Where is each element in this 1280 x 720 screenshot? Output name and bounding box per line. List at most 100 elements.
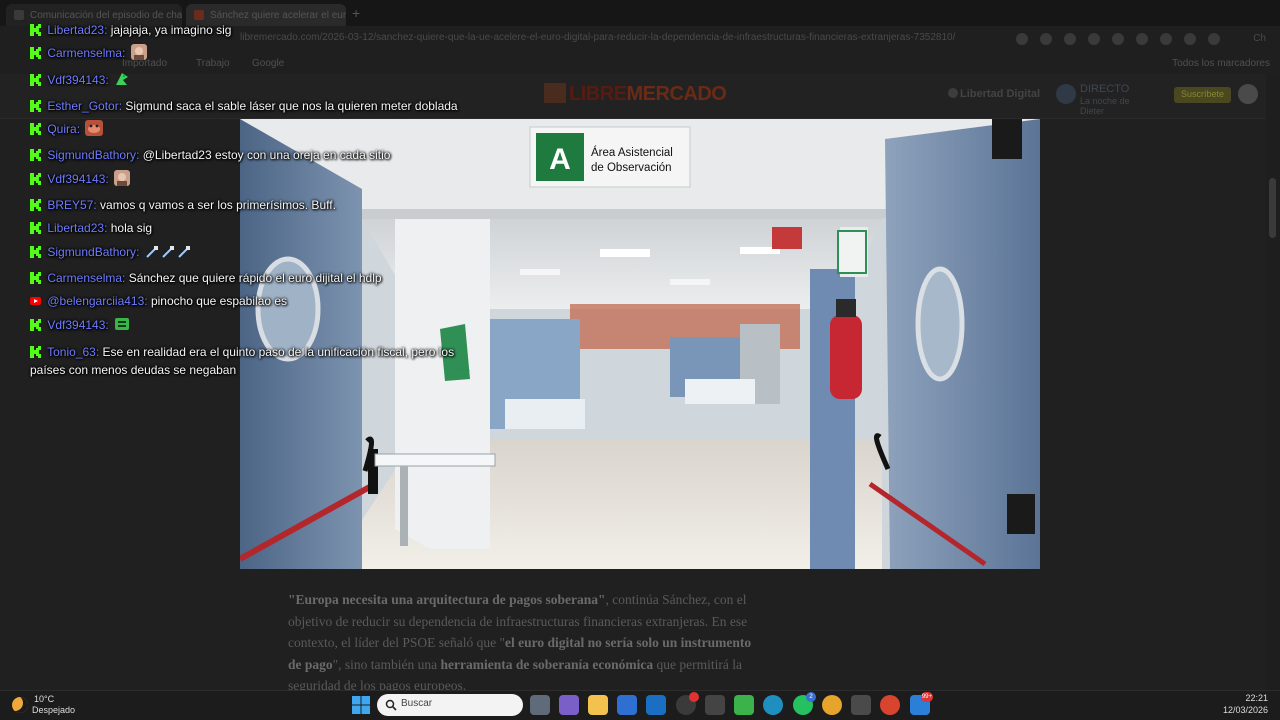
clock-date[interactable]: 12/03/2026: [1223, 705, 1268, 715]
extension-icon[interactable]: [1160, 33, 1172, 45]
windows-start-icon[interactable]: [352, 696, 370, 714]
chat-message: BREY57: vamos q vamos a ser los primerís…: [30, 194, 490, 217]
subscribe-badge[interactable]: Suscríbete: [1174, 87, 1232, 103]
article-body: "Europa necesita una arquitectura de pag…: [288, 589, 758, 697]
clock-time[interactable]: 22:21: [1245, 693, 1268, 703]
live-title: DIRECTO: [1080, 83, 1130, 95]
whatsapp-badge: 2: [806, 692, 816, 702]
chat-text: @Libertad23 estoy con una oreja en cada …: [142, 148, 391, 163]
green-app-icon[interactable]: [734, 695, 754, 715]
article-text: ", sino también una: [332, 656, 441, 672]
edge-icon[interactable]: [763, 695, 783, 715]
teams-icon[interactable]: [559, 695, 579, 715]
chat-text: vamos q vamos a ser los primerísimos. Bu…: [100, 198, 336, 213]
youtube-badge-icon: [30, 297, 41, 306]
sign-line-1: Área Asistencial: [591, 146, 673, 159]
green-box-emote-icon: [114, 316, 130, 340]
settings-icon[interactable]: [851, 695, 871, 715]
chat-message: Carmenselma:: [30, 42, 490, 68]
chat-username[interactable]: Esther_Gotor: [47, 99, 118, 113]
logo-mark-icon: [544, 83, 566, 103]
chat-username[interactable]: @belengarciia413: [47, 294, 144, 308]
tab-favicon: [14, 10, 24, 20]
chat-message: Tonio_63: Ese en realidad era el quinto …: [30, 340, 490, 379]
whatsapp-icon[interactable]: 2: [793, 692, 816, 715]
chat-text: Sánchez que quiere rápido el euro dijita…: [128, 270, 382, 285]
partner-libertad-digital[interactable]: Libertad Digital: [948, 88, 1040, 100]
live-chat-overlay: Libertad23: jajajaja, ya imagino sig Car…: [30, 19, 490, 379]
all-bookmarks-button[interactable]: Todos los marcadores: [1172, 58, 1270, 69]
chat-message: Vdf394143:: [30, 69, 490, 95]
logo-text-mercado: MERCADO: [626, 83, 727, 105]
syringes-emote-icon: [145, 244, 193, 267]
weather-condition: Despejado: [32, 705, 76, 715]
extra-app-icon[interactable]: 99+: [910, 692, 933, 715]
moon-icon: [12, 697, 28, 713]
store-icon[interactable]: [617, 695, 637, 715]
chat-separator: :: [104, 221, 111, 236]
live-subtitle: La noche de Dieter: [1080, 96, 1130, 116]
sign-line-2: de Observación: [591, 162, 672, 174]
user-avatar[interactable]: [1238, 84, 1258, 104]
chat-separator: :: [122, 46, 129, 61]
chat-username[interactable]: Quira: [47, 122, 76, 136]
chat-username[interactable]: SigmundBathory: [47, 245, 136, 259]
kick-badge-icon: [30, 123, 41, 136]
chat-separator: :: [76, 122, 84, 137]
profile-label[interactable]: Ch: [1253, 33, 1266, 44]
chat-username[interactable]: Carmenselma: [47, 271, 122, 285]
app-cube-icon[interactable]: [705, 695, 725, 715]
chat-message: @belengarciia413: pinocho que espabilao …: [30, 290, 490, 313]
site-logo[interactable]: LIBREMERCADO: [544, 83, 727, 106]
kick-badge-icon: [30, 99, 41, 112]
chat-username[interactable]: Vdf394143: [47, 73, 105, 87]
chat-message: Vdf394143:: [30, 314, 490, 340]
extension-icon[interactable]: [1016, 33, 1028, 45]
windows-taskbar: [0, 690, 1280, 720]
chat-text: pinocho que espabilao es: [150, 294, 288, 309]
logo-text-libre: LIBRE: [569, 83, 627, 105]
chrome-profile-icon[interactable]: [822, 695, 842, 715]
chat-username[interactable]: Tonio_63: [47, 345, 96, 359]
kick-badge-icon: [30, 149, 41, 162]
chat-username[interactable]: Carmenselma: [47, 46, 122, 60]
extension-icon[interactable]: [1136, 33, 1148, 45]
search-placeholder: Buscar: [401, 698, 433, 709]
chat-username[interactable]: SigmundBathory: [47, 148, 136, 162]
extension-icon[interactable]: [1064, 33, 1076, 45]
article-highlight: herramienta de soberanía económica: [440, 656, 654, 672]
obs-icon[interactable]: [676, 692, 699, 715]
notification-dot: [689, 692, 699, 702]
extension-icon[interactable]: [1112, 33, 1124, 45]
outlook-icon[interactable]: [646, 695, 666, 715]
avatar[interactable]: [1208, 33, 1220, 45]
chat-message: Quira:: [30, 118, 490, 144]
partner-radio-live[interactable]: DIRECTO La noche de Dieter: [1056, 82, 1156, 116]
kick-badge-icon: [30, 47, 41, 60]
chat-message: Libertad23: jajajaja, ya imagino sig: [30, 19, 490, 42]
taskbar-search-box[interactable]: Buscar: [377, 694, 523, 716]
kick-badge-icon: [30, 271, 41, 284]
chat-username[interactable]: BREY57: [47, 198, 93, 212]
task-view-icon[interactable]: [530, 695, 550, 715]
chat-text: hola sig: [110, 221, 153, 236]
file-explorer-icon[interactable]: [588, 695, 608, 715]
partner-logo-icon: [948, 88, 958, 98]
extension-icon[interactable]: [1040, 33, 1052, 45]
chat-username[interactable]: Vdf394143: [47, 172, 105, 186]
chat-username[interactable]: Libertad23: [47, 23, 104, 37]
chrome-icon[interactable]: [880, 695, 900, 715]
chat-separator: :: [136, 244, 143, 259]
chat-separator: :: [105, 317, 113, 332]
weather-temperature: 10°C: [34, 694, 55, 704]
extension-icon[interactable]: [1184, 33, 1196, 45]
chat-username[interactable]: Libertad23: [47, 221, 104, 235]
kick-badge-icon: [30, 199, 41, 212]
extension-icon[interactable]: [1088, 33, 1100, 45]
face-emote-icon: [130, 44, 147, 68]
chat-separator: :: [104, 23, 111, 37]
scrollbar-thumb[interactable]: [1269, 178, 1276, 238]
chat-username[interactable]: Vdf394143: [47, 318, 105, 332]
chat-message: Esther_Gotor: Sigmund saca el sable láse…: [30, 95, 490, 118]
page-scrollbar[interactable]: [1266, 74, 1280, 690]
